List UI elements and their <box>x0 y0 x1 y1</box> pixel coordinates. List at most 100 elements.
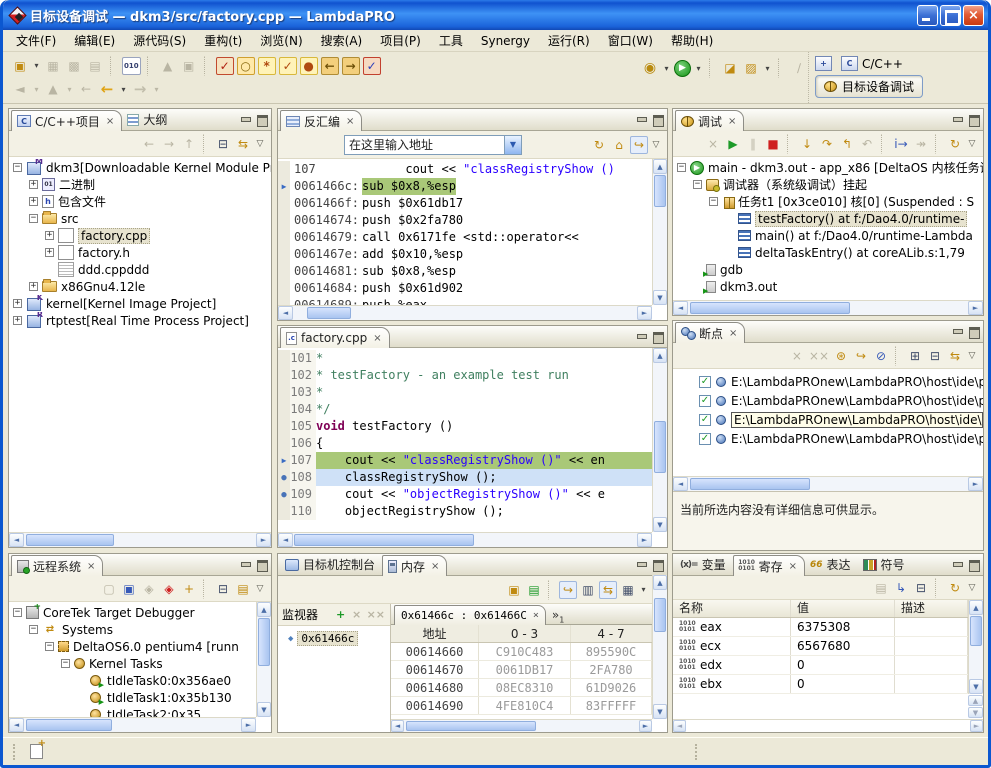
link-with-debug-icon[interactable]: ⇆ <box>946 347 964 365</box>
breakpoint-item[interactable]: E:\LambdaPROnew\LambdaPRO\host\ide\platf… <box>673 429 983 448</box>
maximize-view-icon[interactable] <box>651 559 665 571</box>
layout-dropdown-icon[interactable]: ▾ <box>639 581 648 599</box>
horizontal-scrollbar[interactable]: ◄ ► <box>673 476 983 491</box>
new-wizard-icon[interactable]: ▣ <box>11 57 29 75</box>
separator[interactable] <box>203 134 209 154</box>
tab-debug[interactable]: 调试 × <box>675 110 744 131</box>
tree-item[interactable]: dkm3.out <box>673 278 983 295</box>
back-icon[interactable]: ← <box>140 135 158 153</box>
separator[interactable] <box>881 134 887 154</box>
expand-all-icon[interactable]: ⊞ <box>906 347 924 365</box>
run-dropdown-icon[interactable]: ▾ <box>694 59 703 77</box>
horizontal-scrollbar[interactable]: ◄ ► <box>391 719 652 732</box>
refresh-icon[interactable]: ↻ <box>946 579 964 597</box>
skip-all-breakpoints-icon[interactable]: ⊘ <box>872 347 890 365</box>
tree-item[interactable]: 包含文件 <box>9 193 271 210</box>
tab-memory[interactable]: 内存 × <box>382 555 447 576</box>
tree-item[interactable]: factory.cpp <box>9 227 271 244</box>
remove-breakpoint-icon[interactable]: × <box>788 347 806 365</box>
terminate-icon[interactable]: ■ <box>764 135 782 153</box>
tree-item[interactable]: rtptest[Real Time Process Project] <box>9 312 271 329</box>
import-folder-icon[interactable]: ← <box>321 57 339 75</box>
tab-remote-systems[interactable]: 远程系统 × <box>11 555 103 576</box>
line-marker-icon[interactable] <box>278 350 290 367</box>
menu-item[interactable]: 文件(F) <box>7 30 65 51</box>
scroll-down-icon[interactable]: ▼ <box>969 679 983 694</box>
tab-breakpoints[interactable]: 断点 × <box>675 322 745 343</box>
scroll-right-icon[interactable]: ► <box>256 533 271 547</box>
forward-icon[interactable]: → <box>160 135 178 153</box>
address-input[interactable] <box>345 136 504 154</box>
expander-icon[interactable] <box>29 282 38 291</box>
column-header[interactable]: 地址 <box>391 625 479 642</box>
instruction-stepping-icon[interactable]: i→ <box>892 135 910 153</box>
split-rendering-icon[interactable]: ▥ <box>579 581 597 599</box>
view-menu-icon[interactable]: ▽ <box>254 135 266 153</box>
menu-item[interactable]: 项目(P) <box>371 30 430 51</box>
separator[interactable] <box>935 134 941 154</box>
separator[interactable] <box>709 58 715 78</box>
refresh-view-icon[interactable]: ↻ <box>590 136 608 154</box>
page-down-icon[interactable]: ▼ <box>968 707 983 718</box>
expander-icon[interactable] <box>45 231 54 240</box>
separator[interactable] <box>548 580 554 600</box>
minimize-view-icon[interactable] <box>239 559 253 571</box>
tree-item[interactable]: x86Gnu4.12le <box>9 278 271 295</box>
tree-item[interactable]: ddd.cppddd <box>9 261 271 278</box>
tab-cpp-projects[interactable]: C C/C++项目 × <box>11 110 122 131</box>
view-menu-icon[interactable]: ▽ <box>966 579 978 597</box>
scroll-left-icon[interactable]: ◄ <box>278 533 293 547</box>
scroll-down-icon[interactable]: ▼ <box>653 704 667 719</box>
menu-item[interactable]: 重构(t) <box>195 30 251 51</box>
horizontal-scrollbar[interactable]: ◄ ► <box>673 300 983 315</box>
window-maximize-button[interactable] <box>940 5 961 26</box>
tree-item[interactable]: src <box>9 210 271 227</box>
column-header[interactable]: 名称 <box>673 600 791 617</box>
monitor-icon[interactable]: ▣ <box>120 580 138 598</box>
separator[interactable] <box>895 346 901 366</box>
line-marker-icon[interactable] <box>278 486 290 503</box>
step-into-icon[interactable]: ↓ <box>798 135 816 153</box>
toggle-split-icon[interactable]: ⇆ <box>599 581 617 599</box>
link-instruction-pointer-icon[interactable]: ↪ <box>630 136 648 154</box>
breakpoint-checkbox[interactable] <box>699 433 711 445</box>
new-memory-monitor-icon[interactable]: ▣ <box>505 581 523 599</box>
view-menu-icon[interactable]: ▽ <box>966 135 978 153</box>
test-check-icon[interactable]: ✓ <box>279 57 297 75</box>
tab-overflow-chevron[interactable]: »1 <box>552 608 564 624</box>
breakpoint-item[interactable]: E:\LambdaPROnew\LambdaPRO\host\ide\platf… <box>673 391 983 410</box>
expander-icon[interactable] <box>29 625 38 634</box>
expander-icon[interactable] <box>693 180 702 189</box>
maximize-view-icon[interactable] <box>651 331 665 343</box>
goto-edit-dropdown-icon[interactable]: ▾ <box>65 80 74 98</box>
tree-item[interactable]: factory.h <box>9 244 271 261</box>
mark-occurrences-icon[interactable]: ∕ <box>790 59 808 77</box>
combo-dropdown-icon[interactable]: ▼ <box>504 136 521 154</box>
line-marker-icon[interactable] <box>278 418 290 435</box>
memory-row[interactable]: 00614660 C910C483 895590C <box>391 643 652 661</box>
binary-file-icon[interactable]: 010 <box>122 57 141 75</box>
disassembly-code[interactable]: 107 cout << "classRegistryShow () 006146… <box>278 159 667 305</box>
scroll-right-icon[interactable]: ► <box>637 533 652 547</box>
profile-icon[interactable]: ▤ <box>234 580 252 598</box>
print-icon[interactable]: ▤ <box>86 57 104 75</box>
add-monitor-icon[interactable]: + <box>334 608 348 622</box>
tab-disassembly[interactable]: 反汇编 × <box>280 110 362 131</box>
new-wizard-dropdown-icon[interactable]: ▾ <box>32 57 41 75</box>
menu-item[interactable]: 窗口(W) <box>599 30 662 51</box>
scroll-up-icon[interactable]: ▲ <box>653 348 667 363</box>
goto-file-icon[interactable]: ↪ <box>852 347 870 365</box>
breakpoint-properties-icon[interactable]: ⊛ <box>832 347 850 365</box>
open-perspective-icon[interactable]: + <box>815 56 832 71</box>
expander-icon[interactable] <box>677 163 686 172</box>
tab-registers[interactable]: 1010 0101 寄存 × <box>733 555 805 576</box>
close-tab-icon[interactable]: × <box>729 328 737 339</box>
scroll-left-icon[interactable]: ◄ <box>391 720 404 732</box>
expander-icon[interactable] <box>13 299 22 308</box>
scroll-up-icon[interactable]: ▲ <box>257 602 271 617</box>
address-combo[interactable]: ▼ <box>344 135 522 155</box>
close-tab-icon[interactable]: × <box>431 561 439 572</box>
maximize-view-icon[interactable] <box>651 114 665 126</box>
scroll-right-icon[interactable]: ► <box>968 301 983 315</box>
new-connection-icon[interactable]: + <box>180 580 198 598</box>
